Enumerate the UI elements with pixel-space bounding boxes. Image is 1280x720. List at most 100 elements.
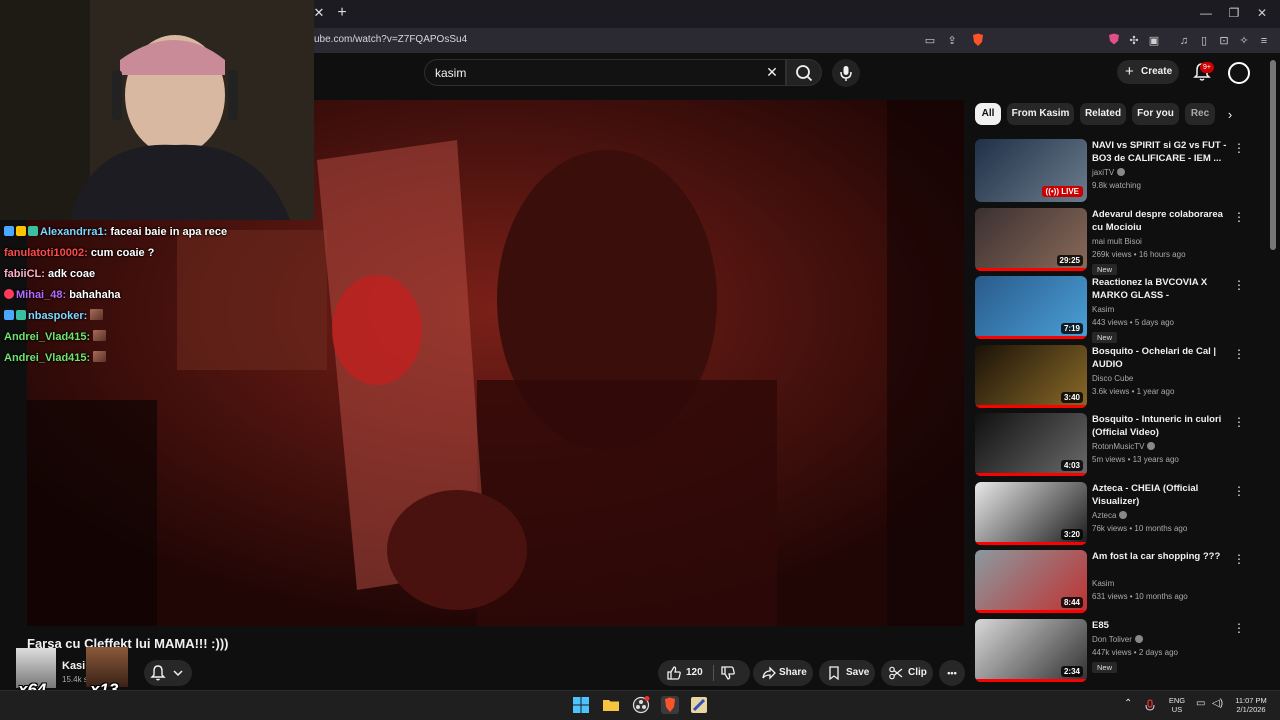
chat-message: Mihai_48: bahahaha	[0, 285, 320, 306]
music-icon[interactable]: ♫	[1176, 33, 1192, 49]
new-tab-button[interactable]: +	[334, 4, 350, 22]
clip-button[interactable]: Clip	[881, 660, 933, 686]
search-input[interactable]: kasim ✕	[424, 59, 786, 86]
chip-related[interactable]: Related	[1080, 103, 1126, 125]
more-options-icon[interactable]: ⋮	[1233, 621, 1245, 635]
recommendation-card[interactable]: 2:34 E85 Don Toliver 447k views • 2 days ag…	[975, 619, 1265, 683]
account-avatar[interactable]	[1228, 62, 1250, 84]
file-explorer-icon[interactable]	[602, 696, 620, 714]
video-thumbnail[interactable]: ((•)) LIVE	[975, 139, 1087, 202]
recommendation-channel[interactable]: Azteca	[1092, 511, 1128, 520]
watch-progress-bar	[975, 268, 1087, 271]
create-button[interactable]: + Create	[1117, 60, 1179, 84]
chip-for-you[interactable]: For you	[1132, 103, 1179, 125]
cast-icon[interactable]: ▭	[922, 33, 938, 49]
recommendation-title[interactable]: Bosquito - Intuneric in culori (Official…	[1092, 413, 1232, 439]
clock[interactable]: 11:07 PM 2/1/2026	[1228, 696, 1274, 714]
menu-icon[interactable]: ≡	[1256, 33, 1272, 49]
video-thumbnail[interactable]: 3:20	[975, 482, 1087, 545]
video-duration: 29:25	[1056, 255, 1083, 266]
more-options-icon[interactable]: ⋮	[1233, 552, 1245, 566]
share-button[interactable]: Share	[753, 660, 813, 686]
maximize-button[interactable]: ❐	[1224, 4, 1244, 22]
extension-shield-icon[interactable]	[1106, 33, 1122, 49]
minimize-button[interactable]: —	[1196, 4, 1216, 22]
grid-badge-icon	[16, 310, 26, 320]
recommendation-card[interactable]: 7:19 Reactionez la BVCOVIA X MARKO GLASS …	[975, 276, 1265, 343]
recommendation-card[interactable]: 8:44 Am fost la car shopping ??? Kasim 631 …	[975, 550, 1265, 614]
close-window-button[interactable]: ✕	[1252, 4, 1272, 22]
brave-browser-icon[interactable]	[661, 696, 679, 714]
more-options-icon[interactable]: ⋮	[1233, 484, 1245, 498]
chat-emote-icon	[93, 330, 107, 341]
recommendation-channel[interactable]: mai mult Bisoi	[1092, 237, 1142, 246]
subscription-notifications-button[interactable]	[144, 660, 192, 686]
url-field[interactable]: ube.com/watch?v=Z7FQAPOsSu4	[314, 34, 467, 45]
like-icon[interactable]	[666, 665, 682, 681]
chat-text: adk coae	[48, 268, 96, 280]
bookmark-icon[interactable]: ⊡	[1216, 33, 1232, 49]
region-label: US	[1171, 705, 1183, 714]
search-button[interactable]	[786, 59, 822, 86]
recommendation-card[interactable]: 3:20 Azteca - CHEIA (Official Visualizer)…	[975, 482, 1265, 546]
recommendation-card[interactable]: 3:40 Bosquito - Ochelari de Cal | AUDIO Di…	[975, 345, 1265, 409]
network-icon[interactable]: ▭	[1196, 699, 1205, 709]
tab-close-icon[interactable]: ✕	[312, 6, 326, 20]
video-thumbnail[interactable]: 2:34	[975, 619, 1087, 682]
video-thumbnail[interactable]: 3:40	[975, 345, 1087, 408]
save-button[interactable]: Save	[819, 660, 875, 686]
page-scrollbar[interactable]	[1270, 60, 1276, 250]
more-actions-button[interactable]: •••	[939, 660, 965, 686]
recommendation-title[interactable]: Adevarul despre colaborarea cu Mocioiu	[1092, 208, 1232, 234]
chip-recent[interactable]: Rec	[1185, 103, 1215, 125]
dislike-icon[interactable]	[720, 665, 736, 681]
recommendation-card[interactable]: 29:25 Adevarul despre colaborarea cu Moci…	[975, 208, 1265, 275]
clear-search-icon[interactable]: ✕	[763, 63, 781, 81]
new-badge: New	[1092, 662, 1118, 673]
recommendation-channel[interactable]: Disco Cube	[1092, 374, 1133, 383]
recommendation-title[interactable]: Reactionez la BVCOVIA X MARKO GLASS - SU…	[1092, 276, 1232, 302]
chip-from-kasim[interactable]: From Kasim	[1007, 103, 1074, 125]
recommendation-title[interactable]: NAVI vs SPIRIT si G2 vs FUT - BO3 de CAL…	[1092, 139, 1232, 165]
recommendation-title[interactable]: Azteca - CHEIA (Official Visualizer)	[1092, 482, 1232, 508]
more-options-icon[interactable]: ⋮	[1233, 278, 1245, 292]
chip-all[interactable]: All	[975, 103, 1001, 125]
tray-overflow-icon[interactable]: ⌃	[1124, 699, 1132, 709]
watch-progress-bar	[975, 542, 1087, 545]
obs-app-icon[interactable]	[632, 696, 650, 714]
recommendation-channel[interactable]: RotonMusicTV	[1092, 442, 1156, 451]
more-options-icon[interactable]: ⋮	[1233, 415, 1245, 429]
recommendation-title[interactable]: E85	[1092, 619, 1232, 632]
sidebar-icon[interactable]: ▯	[1196, 33, 1212, 49]
recommendation-channel[interactable]: Kasim	[1092, 305, 1114, 314]
brave-shield-icon[interactable]	[970, 33, 986, 49]
recommendation-channel[interactable]: Don Toliver	[1092, 635, 1143, 644]
recommendation-title[interactable]: Bosquito - Ochelari de Cal | AUDIO	[1092, 345, 1232, 371]
recommendation-channel[interactable]: jaxiTV	[1092, 168, 1126, 177]
app-icon[interactable]	[690, 696, 708, 714]
keyboard-language[interactable]: ENG US	[1166, 696, 1188, 714]
windows-taskbar: ⌃ ENG US ▭ ◁) 11:07 PM 2/1/2026	[0, 690, 1280, 720]
windows-start-icon[interactable]	[572, 696, 590, 714]
more-options-icon[interactable]: ⋮	[1233, 347, 1245, 361]
ai-icon[interactable]: ✧	[1236, 33, 1252, 49]
channel-name: Disco Cube	[1092, 374, 1134, 383]
recommendation-title[interactable]: Am fost la car shopping ???	[1092, 550, 1232, 563]
voice-search-button[interactable]	[832, 59, 860, 87]
share-page-icon[interactable]: ⇪	[944, 33, 960, 49]
video-thumbnail[interactable]: 7:19	[975, 276, 1087, 339]
video-thumbnail[interactable]: 8:44	[975, 550, 1087, 613]
extensions-icon[interactable]: ✣	[1126, 33, 1142, 49]
wallet-icon[interactable]: ▣	[1146, 33, 1162, 49]
recommendation-card[interactable]: 4:03 Bosquito - Intuneric in culori (Offi…	[975, 413, 1265, 477]
microphone-tray-icon[interactable]	[1144, 699, 1156, 713]
bell-icon	[150, 665, 183, 681]
video-thumbnail[interactable]: 4:03	[975, 413, 1087, 476]
more-options-icon[interactable]: ⋮	[1233, 141, 1245, 155]
chevron-right-icon[interactable]: ›	[1222, 106, 1238, 124]
volume-icon[interactable]: ◁)	[1212, 699, 1223, 709]
recommendation-channel[interactable]: Kasim	[1092, 579, 1114, 588]
video-thumbnail[interactable]: 29:25	[975, 208, 1087, 271]
more-options-icon[interactable]: ⋮	[1233, 210, 1245, 224]
recommendation-card[interactable]: ((•)) LIVE NAVI vs SPIRIT si G2 vs FUT - …	[975, 139, 1265, 203]
